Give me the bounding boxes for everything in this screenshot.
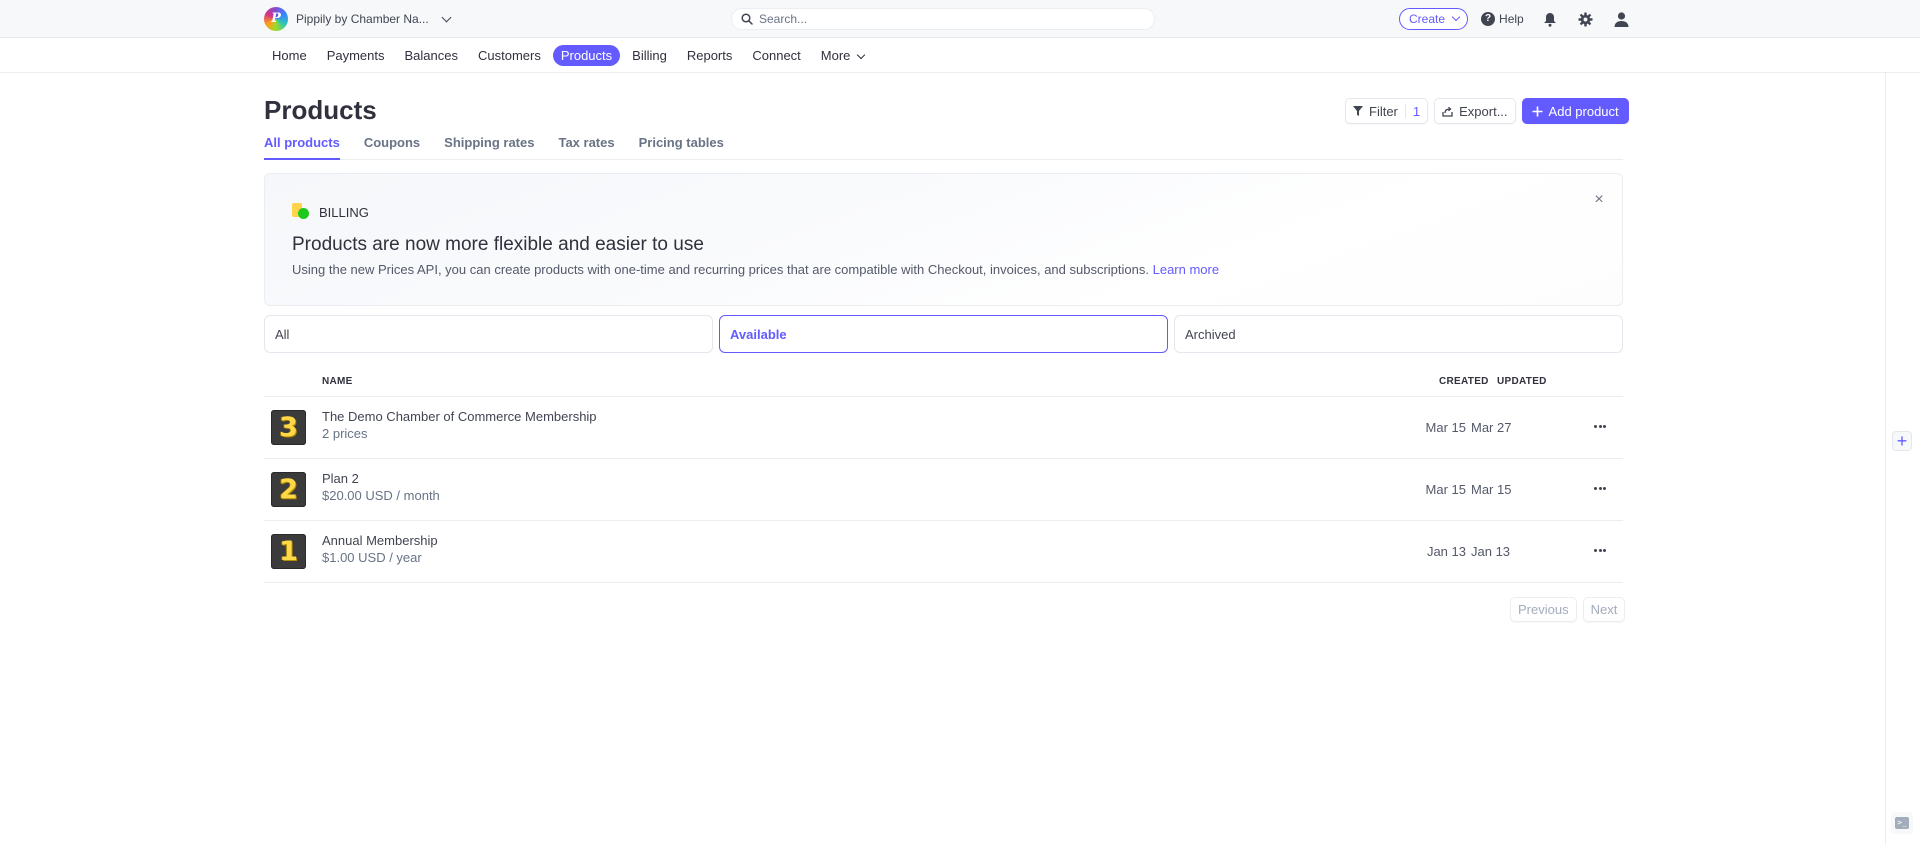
updated-date: Mar 15 <box>1471 482 1512 497</box>
product-price: 2 prices <box>322 426 368 441</box>
column-updated[interactable]: UPDATED <box>1497 376 1547 387</box>
help-button[interactable]: ? Help <box>1481 12 1524 26</box>
nav-item-payments[interactable]: Payments <box>319 45 393 66</box>
product-thumbnail: 2 <box>271 472 306 507</box>
column-name[interactable]: NAME <box>322 376 353 387</box>
learn-more-link[interactable]: Learn more <box>1153 262 1219 277</box>
more-actions-icon[interactable] <box>1592 543 1608 557</box>
add-product-label: Add product <box>1548 103 1619 119</box>
more-actions-icon[interactable] <box>1592 419 1608 433</box>
product-name[interactable]: The Demo Chamber of Commerce Membership <box>322 409 597 424</box>
product-price: $20.00 USD / month <box>322 488 440 503</box>
settings-button[interactable] <box>1578 11 1594 27</box>
previous-button[interactable]: Previous <box>1510 597 1577 622</box>
products-table: NAME CREATED UPDATED 3 The Demo Chamber … <box>264 368 1623 583</box>
export-button[interactable]: Export... <box>1434 98 1516 124</box>
banner-label: BILLING <box>319 204 369 220</box>
filter-available[interactable]: Available <box>719 315 1168 353</box>
terminal-icon: >_ <box>1895 817 1909 829</box>
nav-item-products[interactable]: Products <box>552 45 621 66</box>
banner-title: Products are now more flexible and easie… <box>292 234 704 255</box>
product-price: $1.00 USD / year <box>322 550 422 565</box>
filter-archived[interactable]: Archived <box>1174 315 1623 353</box>
more-label: More <box>820 48 851 63</box>
export-icon <box>1442 106 1453 117</box>
account-name: Pippily by Chamber Na... <box>296 12 429 26</box>
nav-item-balances[interactable]: Balances <box>397 45 466 66</box>
billing-icon <box>292 203 310 221</box>
search-icon <box>741 13 753 25</box>
nav-item-billing[interactable]: Billing <box>624 45 675 66</box>
filter-label: Filter <box>1369 103 1398 119</box>
product-name[interactable]: Plan 2 <box>322 471 359 486</box>
gear-icon <box>1578 11 1593 27</box>
notifications-button[interactable] <box>1542 11 1558 27</box>
add-product-button[interactable]: Add product <box>1521 98 1629 124</box>
billing-banner: BILLING Products are now more flexible a… <box>264 173 1623 306</box>
column-created[interactable]: CREATED <box>1439 376 1489 387</box>
help-label: Help <box>1499 12 1524 26</box>
table-row[interactable]: 3 The Demo Chamber of Commerce Membershi… <box>264 397 1623 459</box>
user-icon <box>1614 11 1629 27</box>
account-switcher[interactable]: Pippily by Chamber Na... <box>264 7 452 31</box>
created-date: Mar 15 <box>1425 482 1466 497</box>
chevron-down-icon <box>857 50 866 60</box>
create-button[interactable]: Create <box>1399 8 1469 30</box>
search-input[interactable] <box>759 12 1139 26</box>
nav-item-home[interactable]: Home <box>264 45 315 66</box>
profile-button[interactable] <box>1614 11 1630 27</box>
chevron-down-icon <box>441 12 452 22</box>
table-row[interactable]: 1 Annual Membership $1.00 USD / year Jan… <box>264 521 1623 583</box>
product-thumbnail: 1 <box>271 534 306 569</box>
right-rail-divider <box>1885 73 1886 845</box>
pagination: Previous Next <box>1510 597 1626 622</box>
status-filters: All Available Archived <box>264 315 1623 353</box>
filter-icon <box>1353 106 1363 116</box>
help-icon: ? <box>1481 12 1496 26</box>
tab-all-products[interactable]: All products <box>264 135 340 160</box>
export-label: Export... <box>1459 103 1508 119</box>
next-button[interactable]: Next <box>1582 597 1626 622</box>
create-label: Create <box>1409 12 1446 26</box>
plus-icon: + <box>1896 431 1908 451</box>
top-bar: Pippily by Chamber Na... Create ? Help <box>0 0 1920 38</box>
nav-item-connect[interactable]: Connect <box>744 45 808 66</box>
banner-description: Using the new Prices API, you can create… <box>292 262 1149 277</box>
product-name[interactable]: Annual Membership <box>322 533 438 548</box>
bell-icon <box>1543 12 1556 27</box>
tab-pricing-tables[interactable]: Pricing tables <box>639 135 724 160</box>
filter-all[interactable]: All <box>264 315 713 353</box>
main-nav: Home Payments Balances Customers Product… <box>0 38 1920 73</box>
table-header: NAME CREATED UPDATED <box>264 368 1623 397</box>
product-thumbnail: 3 <box>271 410 306 445</box>
tab-coupons[interactable]: Coupons <box>364 135 420 160</box>
filter-button[interactable]: Filter 1 <box>1345 98 1429 124</box>
rail-add-button[interactable]: + <box>1892 431 1912 451</box>
more-actions-icon[interactable] <box>1592 481 1608 495</box>
search-bar[interactable] <box>731 8 1155 30</box>
banner-text: Using the new Prices API, you can create… <box>292 262 1219 277</box>
page-actions: Filter 1 Export... Add product <box>1345 98 1629 124</box>
nav-item-more[interactable]: More <box>813 45 873 66</box>
plus-icon <box>1532 106 1543 116</box>
table-row[interactable]: 2 Plan 2 $20.00 USD / month Mar 15 Mar 1… <box>264 459 1623 521</box>
chevron-down-icon <box>1451 12 1461 22</box>
subtabs: All products Coupons Shipping rates Tax … <box>264 135 1623 160</box>
created-date: Jan 13 <box>1426 544 1466 559</box>
page-title: Products <box>264 95 377 125</box>
close-icon[interactable]: × <box>1592 192 1606 208</box>
developer-console-button[interactable]: >_ <box>1891 812 1913 834</box>
updated-date: Mar 27 <box>1471 420 1512 435</box>
created-date: Mar 15 <box>1425 420 1466 435</box>
updated-date: Jan 13 <box>1471 544 1511 559</box>
divider <box>1404 104 1406 118</box>
tab-shipping-rates[interactable]: Shipping rates <box>444 135 534 160</box>
account-logo-icon <box>264 7 288 31</box>
tab-tax-rates[interactable]: Tax rates <box>558 135 614 160</box>
filter-count: 1 <box>1412 103 1421 119</box>
nav-item-reports[interactable]: Reports <box>679 45 741 66</box>
nav-item-customers[interactable]: Customers <box>470 45 549 66</box>
